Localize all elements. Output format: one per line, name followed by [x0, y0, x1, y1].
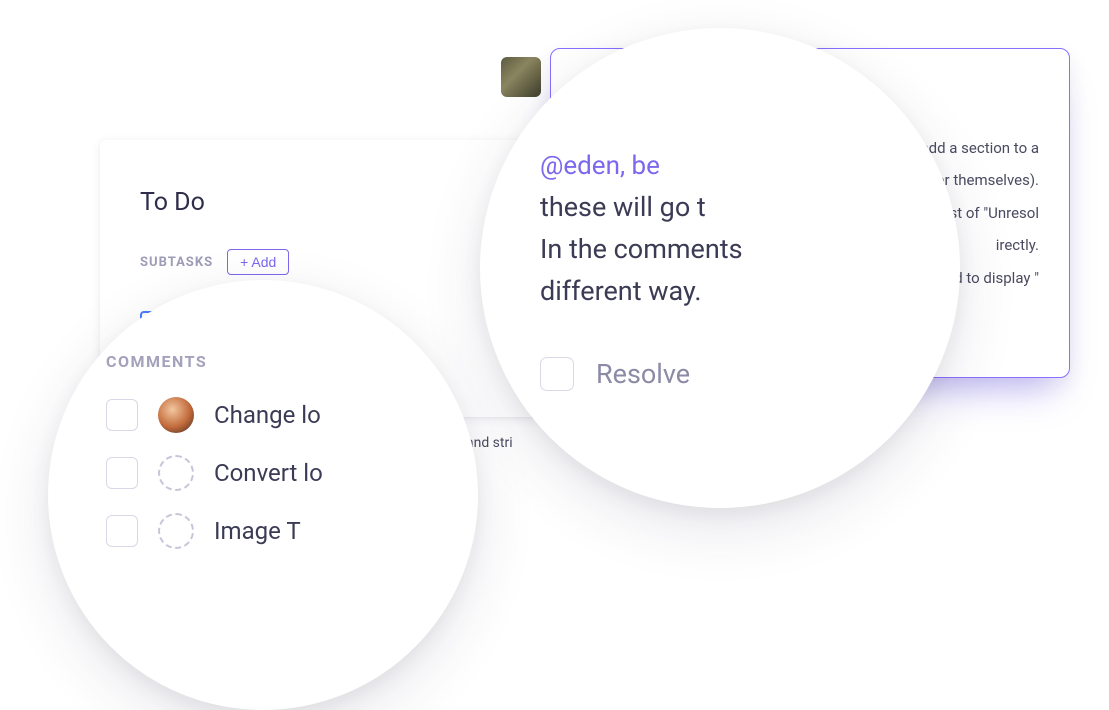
comment-list-item[interactable]: Convert lo: [106, 455, 438, 491]
zoom-line: In the comments: [540, 229, 900, 271]
zoom-line: these will go t: [540, 187, 900, 229]
comment-list-item[interactable]: Image T: [106, 513, 438, 549]
assignee-placeholder-icon[interactable]: [158, 455, 194, 491]
zoom-lens-comment: @eden, be these will go t In the comment…: [480, 28, 960, 508]
mention-link[interactable]: @eden, be: [540, 151, 660, 181]
resolve-label: Resolve: [596, 358, 690, 390]
add-subtask-button[interactable]: + Add: [227, 249, 289, 275]
subtasks-label: SUBTASKS: [140, 255, 213, 270]
resolve-checkbox-icon[interactable]: [540, 357, 574, 391]
comment-item-text: Image T: [214, 517, 301, 545]
checkbox-icon[interactable]: [106, 457, 138, 489]
comments-section-label: COMMENTS: [106, 352, 438, 371]
resolve-row[interactable]: Resolve: [540, 357, 900, 391]
zoom-lens-comments-list: COMMENTS Change lo Convert lo Image T: [48, 280, 478, 710]
comment-list-item[interactable]: Change lo: [106, 397, 438, 433]
checkbox-icon[interactable]: [106, 399, 138, 431]
comment-item-text: Convert lo: [214, 459, 323, 487]
commenter-avatar[interactable]: [501, 57, 541, 97]
checkbox-icon[interactable]: [106, 515, 138, 547]
assignee-placeholder-icon[interactable]: [158, 513, 194, 549]
zoom-line: different way.: [540, 271, 900, 313]
comment-item-text: Change lo: [214, 401, 321, 429]
user-avatar[interactable]: [158, 397, 194, 433]
zoom-comment-lines: @eden, be these will go t In the comment…: [540, 145, 900, 312]
